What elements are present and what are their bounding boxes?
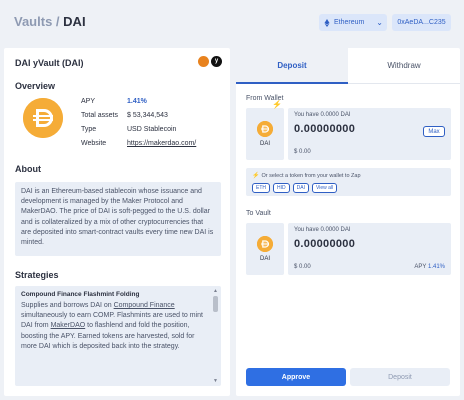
- scroll-up-icon[interactable]: ▲: [213, 288, 218, 294]
- strategy-desc-part: Supplies and borrows DAI on: [21, 302, 114, 309]
- network-label: Ethereum: [334, 19, 365, 26]
- breadcrumb-current: DAI: [63, 14, 86, 29]
- to-vault-card: DAI You have 0.0000 DAI 0.00000000 $ 0.0…: [246, 223, 451, 275]
- network-select[interactable]: Ethereum ⌄: [319, 14, 387, 31]
- zap-note: ⚡ Or select a token from your wallet to Z…: [252, 172, 445, 180]
- about-heading: About: [15, 164, 41, 174]
- from-balance: You have 0.0000 DAI: [294, 112, 351, 118]
- strategies-list[interactable]: Compound Finance Flashmint Folding Suppl…: [15, 286, 221, 386]
- deposit-button[interactable]: Deposit: [350, 368, 450, 386]
- about-text: DAI is an Ethereum-based stablecoin whos…: [15, 182, 221, 256]
- zap-token-chip[interactable]: HID: [273, 183, 290, 193]
- to-vault-label: To Vault: [246, 210, 271, 217]
- vault-info-panel: DAI yVault (DAI) y Overview APY 1.41% Tot…: [4, 48, 230, 396]
- chevron-down-icon: ⌄: [376, 18, 383, 27]
- deposit-withdraw-panel: Deposit Withdraw From Wallet DAI You hav…: [236, 48, 460, 396]
- type-row: Type USD Stablecoin: [81, 126, 176, 133]
- bolt-icon: ⚡: [272, 100, 282, 109]
- type-label: Type: [81, 126, 97, 133]
- scroll-down-icon[interactable]: ▼: [213, 378, 218, 384]
- apy-row: APY 1.41%: [81, 98, 147, 105]
- dai-icon: [257, 236, 273, 252]
- breadcrumb-root[interactable]: Vaults: [14, 14, 52, 29]
- tab-withdraw[interactable]: Withdraw: [348, 48, 460, 84]
- dai-icon: [23, 98, 63, 138]
- total-assets-label: Total assets: [81, 112, 118, 119]
- overview-section: APY 1.41% Total assets $ 53,344,543 Type US…: [15, 94, 221, 158]
- zap-note-text: Or select a token from your wallet to Za…: [261, 172, 361, 179]
- to-apy-label: APY: [414, 264, 427, 270]
- zap-token-chip[interactable]: DAI: [292, 183, 309, 193]
- website-label: Website: [81, 140, 107, 147]
- vault-title: DAI yVault (DAI): [15, 58, 84, 68]
- from-token-selector[interactable]: DAI: [246, 108, 284, 160]
- strategy-name: Compound Finance Flashmint Folding: [21, 291, 140, 298]
- to-amount-value: 0.00000000: [294, 238, 356, 250]
- dai-icon: [257, 121, 273, 137]
- to-amount-box: You have 0.0000 DAI 0.00000000 $ 0.00 AP…: [288, 223, 451, 275]
- zap-view-all-chip[interactable]: View all: [311, 183, 338, 193]
- to-apy-value: 1.41%: [427, 264, 445, 270]
- yfi-icon[interactable]: y: [211, 56, 222, 67]
- ethereum-icon: [324, 18, 330, 27]
- website-row: Website https://makerdao.com/: [81, 140, 196, 147]
- total-assets-row: Total assets $ 53,344,543: [81, 112, 168, 119]
- to-usd-value: $ 0.00: [294, 264, 311, 270]
- top-bar: Vaults / DAI Ethereum ⌄ 0xAeDA...C235: [0, 0, 464, 44]
- scrollbar[interactable]: ▲ ▼: [213, 288, 218, 384]
- to-token-display: DAI: [246, 223, 284, 275]
- compound-finance-link[interactable]: Compound Finance: [114, 302, 175, 309]
- tab-bar: Deposit Withdraw: [236, 48, 460, 84]
- zap-token-chip[interactable]: ETH: [252, 183, 270, 193]
- bolt-icon: ⚡: [252, 173, 260, 179]
- vault-action-icons: y: [198, 56, 222, 67]
- strategy-description: Supplies and borrows DAI on Compound Fin…: [21, 301, 209, 352]
- breadcrumb-separator: /: [55, 14, 60, 29]
- from-token-name: DAI: [259, 141, 270, 147]
- makerdao-link[interactable]: MakerDAO: [51, 322, 86, 329]
- from-wallet-card: DAI You have 0.0000 DAI 0.00000000 $ 0.0…: [246, 108, 451, 160]
- approve-button[interactable]: Approve: [246, 368, 346, 386]
- from-amount-box: You have 0.0000 DAI 0.00000000 $ 0.00 Ma…: [288, 108, 451, 160]
- from-usd-value: $ 0.00: [294, 149, 311, 155]
- apy-value: 1.41%: [127, 98, 147, 105]
- overview-heading: Overview: [15, 81, 56, 91]
- to-balance: You have 0.0000 DAI: [294, 227, 351, 233]
- tab-deposit[interactable]: Deposit: [236, 48, 348, 84]
- zap-section: ⚡ Or select a token from your wallet to Z…: [246, 168, 451, 196]
- to-apy: APY 1.41%: [414, 264, 445, 270]
- max-button[interactable]: Max: [423, 126, 445, 137]
- to-token-name: DAI: [259, 256, 270, 262]
- type-value: USD Stablecoin: [127, 126, 177, 133]
- apy-label: APY: [81, 98, 96, 105]
- website-link[interactable]: https://makerdao.com/: [127, 140, 196, 147]
- wallet-address-button[interactable]: 0xAeDA...C235: [392, 14, 451, 31]
- metamask-icon[interactable]: [198, 56, 209, 67]
- zap-token-chips: ETH HID DAI View all: [252, 183, 445, 193]
- scrollbar-thumb[interactable]: [213, 296, 218, 312]
- breadcrumb: Vaults / DAI: [14, 14, 86, 29]
- total-assets-value: $ 53,344,543: [127, 112, 168, 119]
- strategies-heading: Strategies: [15, 270, 59, 280]
